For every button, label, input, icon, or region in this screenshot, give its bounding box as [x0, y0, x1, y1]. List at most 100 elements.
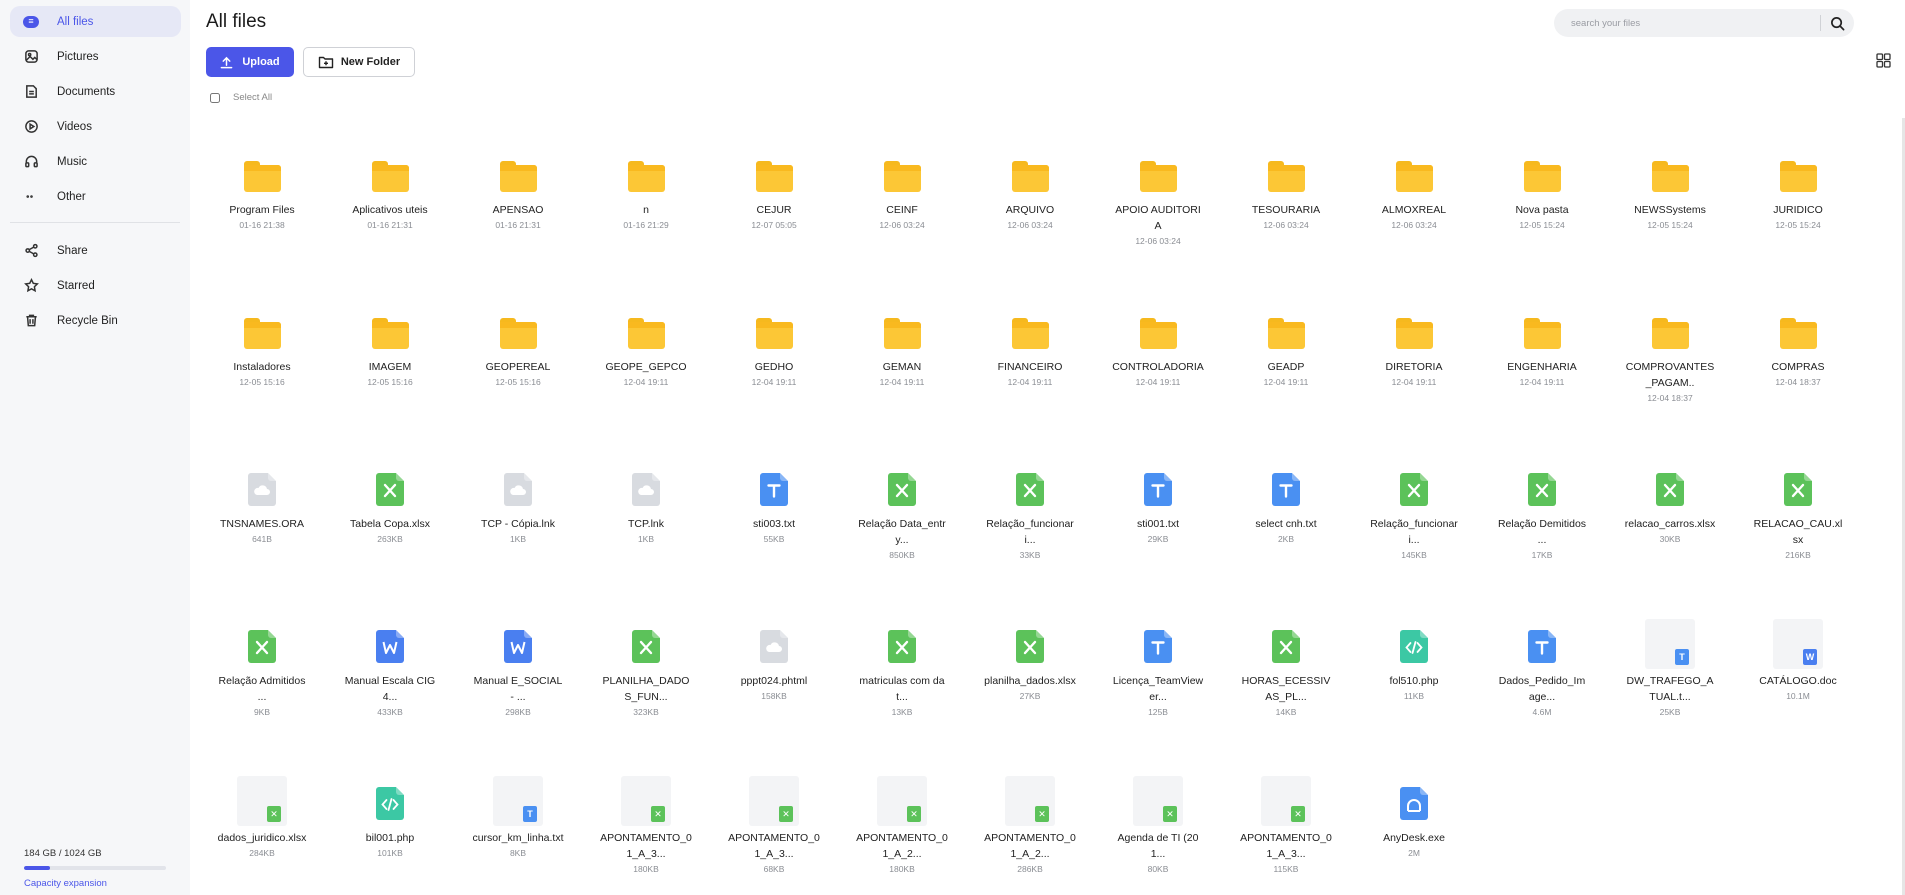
folder-item[interactable]: Nova pasta 12-05 15:24 [1478, 134, 1606, 291]
file-name: TNSNAMES.ORA [219, 518, 304, 530]
file-item[interactable]: TNSNAMES.ORA 641B [198, 448, 326, 605]
folder-item[interactable]: n 01-16 21:29 [582, 134, 710, 291]
file-item[interactable]: sti001.txt 29KB [1094, 448, 1222, 605]
file-item[interactable]: Relação Admitidos ... 9KB [198, 605, 326, 762]
file-item[interactable]: Dados_Pedido_Image... 4.6M [1478, 605, 1606, 762]
folder-item[interactable]: JURIDICO 12-05 15:24 [1734, 134, 1862, 291]
sidebar-item-pictures[interactable]: Pictures [10, 41, 181, 72]
file-grid: Program Files 01-16 21:38 Aplicativos utei… [198, 134, 1888, 895]
file-item[interactable]: ✕ Agenda de TI (201... 80KB [1094, 762, 1222, 895]
file-item[interactable]: HORAS_ECESSIVAS_PL... 14KB [1222, 605, 1350, 762]
new-folder-button[interactable]: New Folder [303, 47, 415, 77]
folder-item[interactable]: COMPRAS 12-04 18:37 [1734, 291, 1862, 448]
folder-icon [710, 134, 838, 202]
file-size: 33KB [1019, 550, 1041, 560]
file-item[interactable]: Manual Escala CIG4... 433KB [326, 605, 454, 762]
folder-item[interactable]: ENGENHARIA 12-04 19:11 [1478, 291, 1606, 448]
folder-item[interactable]: CEJUR 12-07 05:05 [710, 134, 838, 291]
file-size: 14KB [1275, 707, 1297, 717]
folder-item[interactable]: GEOPE_GEPCO 12-04 19:11 [582, 291, 710, 448]
file-item[interactable]: Tcursor_km_linha.txt 8KB [454, 762, 582, 895]
sidebar-item-videos[interactable]: Videos [10, 111, 181, 142]
file-item[interactable]: sti003.txt 55KB [710, 448, 838, 605]
folder-icon [198, 134, 326, 202]
file-size: 433KB [377, 707, 403, 717]
folder-item[interactable]: GEMAN 12-04 19:11 [838, 291, 966, 448]
file-size: 8KB [509, 848, 527, 858]
sidebar-item-all-files[interactable]: ≡ All files [10, 6, 181, 37]
folder-item[interactable]: DIRETORIA 12-04 19:11 [1350, 291, 1478, 448]
file-item[interactable]: AnyDesk.exe 2M [1350, 762, 1478, 895]
file-item[interactable]: ✕ APONTAMENTO_01_A_3... 115KB [1222, 762, 1350, 895]
excel-thumbnail-icon: ✕ [582, 762, 710, 830]
file-item[interactable]: ✕ dados_juridico.xlsx 284KB [198, 762, 326, 895]
folder-icon [966, 134, 1094, 202]
sidebar-item-other[interactable]: Other [10, 181, 181, 212]
folder-item[interactable]: FINANCEIRO 12-04 19:11 [966, 291, 1094, 448]
file-item[interactable]: T DW_TRAFEGO_ATUAL.t... 25KB [1606, 605, 1734, 762]
grid-view-icon[interactable] [1876, 53, 1891, 68]
upload-button[interactable]: Upload [206, 47, 294, 77]
folder-item[interactable]: GEDHO 12-04 19:11 [710, 291, 838, 448]
folder-item[interactable]: TESOURARIA 12-06 03:24 [1222, 134, 1350, 291]
search-input[interactable] [1571, 17, 1801, 29]
file-item[interactable]: Tabela Copa.xlsx 263KB [326, 448, 454, 605]
folder-icon [838, 134, 966, 202]
folder-item[interactable]: IMAGEM 12-05 15:16 [326, 291, 454, 448]
sidebar-item-label: Starred [57, 279, 95, 292]
file-item[interactable]: TCP - Cópia.lnk 1KB [454, 448, 582, 605]
folder-item[interactable]: APOIO AUDITORIA 12-06 03:24 [1094, 134, 1222, 291]
file-item[interactable]: Relação Demitidos ... 17KB [1478, 448, 1606, 605]
folder-item[interactable]: ALMOXREAL 12-06 03:24 [1350, 134, 1478, 291]
file-name: n [643, 204, 649, 216]
folder-item[interactable]: GEADP 12-04 19:11 [1222, 291, 1350, 448]
file-item[interactable]: pppt024.phtml 158KB [710, 605, 838, 762]
file-item[interactable]: relacao_carros.xlsx 30KB [1606, 448, 1734, 605]
file-item[interactable]: matriculas com dat... 13KB [838, 605, 966, 762]
file-item[interactable]: fol510.php 11KB [1350, 605, 1478, 762]
folder-item[interactable]: NEWSSystems 12-05 15:24 [1606, 134, 1734, 291]
folder-icon [838, 291, 966, 359]
file-item[interactable]: ✕ APONTAMENTO_01_A_3... 180KB [582, 762, 710, 895]
file-item[interactable]: ✕ APONTAMENTO_01_A_2... 180KB [838, 762, 966, 895]
folder-item[interactable]: Program Files 01-16 21:38 [198, 134, 326, 291]
file-item[interactable]: Manual E_SOCIAL - ... 298KB [454, 605, 582, 762]
file-item[interactable]: Relação_funcionari... 145KB [1350, 448, 1478, 605]
file-name: Agenda de TI (201... [1117, 832, 1199, 860]
folder-item[interactable]: CONTROLADORIA 12-04 19:11 [1094, 291, 1222, 448]
file-item[interactable]: Licença_TeamViewer... 125B [1094, 605, 1222, 762]
sidebar-item-documents[interactable]: Documents [10, 76, 181, 107]
file-size: 13KB [891, 707, 913, 717]
file-item[interactable]: Relação Data_entry... 850KB [838, 448, 966, 605]
sidebar-item-music[interactable]: Music [10, 146, 181, 177]
file-item[interactable]: planilha_dados.xlsx 27KB [966, 605, 1094, 762]
file-name: Relação Data_entry... [858, 518, 946, 546]
file-modified-time: 12-07 05:05 [751, 220, 797, 230]
file-item[interactable]: TCP.lnk 1KB [582, 448, 710, 605]
file-size: 17KB [1531, 550, 1553, 560]
file-item[interactable]: ✕ APONTAMENTO_01_A_3... 68KB [710, 762, 838, 895]
folder-item[interactable]: Aplicativos uteis 01-16 21:31 [326, 134, 454, 291]
folder-item[interactable]: GEOPEREAL 12-05 15:16 [454, 291, 582, 448]
select-all-checkbox[interactable] [210, 92, 220, 103]
file-item[interactable]: select cnh.txt 2KB [1222, 448, 1350, 605]
file-item[interactable]: Relação_funcionari... 33KB [966, 448, 1094, 605]
file-item[interactable]: bil001.php 101KB [326, 762, 454, 895]
search-button[interactable] [1827, 13, 1847, 33]
folder-item[interactable]: COMPROVANTES_PAGAM.. 12-04 18:37 [1606, 291, 1734, 448]
folder-item[interactable]: CEINF 12-06 03:24 [838, 134, 966, 291]
file-item[interactable]: W CATÁLOGO.doc 10.1M [1734, 605, 1862, 762]
file-item[interactable]: RELACAO_CAU.xlsx 216KB [1734, 448, 1862, 605]
upload-icon [221, 56, 233, 68]
folder-item[interactable]: Instaladores 12-05 15:16 [198, 291, 326, 448]
file-item[interactable]: PLANILHA_DADOS_FUN... 323KB [582, 605, 710, 762]
file-size: 68KB [763, 864, 785, 874]
folder-icon [1222, 134, 1350, 202]
sidebar-item-starred[interactable]: Starred [10, 270, 181, 301]
file-item[interactable]: ✕ APONTAMENTO_01_A_2... 286KB [966, 762, 1094, 895]
folder-item[interactable]: ARQUIVO 12-06 03:24 [966, 134, 1094, 291]
folder-item[interactable]: APENSAO 01-16 21:31 [454, 134, 582, 291]
capacity-expansion-link[interactable]: Capacity expansion [24, 878, 166, 889]
sidebar-item-recycle-bin[interactable]: Recycle Bin [10, 305, 181, 336]
sidebar-item-share[interactable]: Share [10, 235, 181, 266]
